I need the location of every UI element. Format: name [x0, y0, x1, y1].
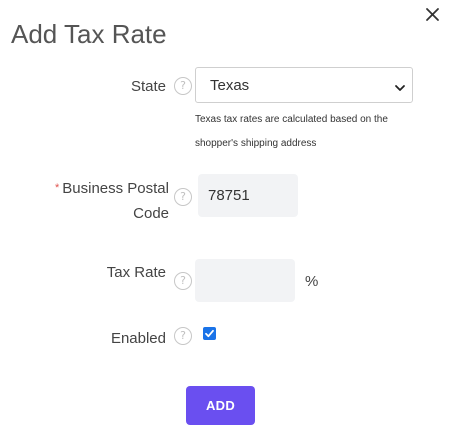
tax-rate-input[interactable]: [195, 259, 295, 302]
state-label: State: [130, 78, 166, 95]
tax-rate-label: Tax Rate: [106, 264, 166, 281]
chevron-down-icon: [394, 80, 406, 98]
percent-suffix: %: [305, 273, 319, 290]
state-help-text: Texas tax rates are calculated based on …: [195, 114, 388, 149]
enabled-label: Enabled: [110, 330, 166, 347]
enabled-checkbox[interactable]: [203, 327, 216, 340]
enabled-help-icon[interactable]: ?: [174, 327, 192, 345]
add-button[interactable]: ADD: [186, 386, 255, 425]
state-help-icon[interactable]: ?: [174, 77, 192, 95]
close-button[interactable]: [422, 4, 442, 24]
dialog-title: Add Tax Rate: [11, 19, 167, 49]
tax-rate-help-icon[interactable]: ?: [174, 272, 192, 290]
state-select[interactable]: Texas: [195, 67, 413, 103]
required-marker: *: [54, 182, 60, 194]
state-select-value: Texas: [210, 77, 250, 94]
postal-code-input[interactable]: [198, 174, 298, 217]
checkmark-icon: [205, 329, 214, 338]
postal-code-label-line2: Code: [133, 205, 169, 222]
postal-code-label: * Business Postal Code: [40, 176, 169, 226]
postal-code-label-line1: Business Postal: [62, 180, 169, 197]
close-icon: [426, 8, 439, 21]
postal-code-help-icon[interactable]: ?: [174, 188, 192, 206]
